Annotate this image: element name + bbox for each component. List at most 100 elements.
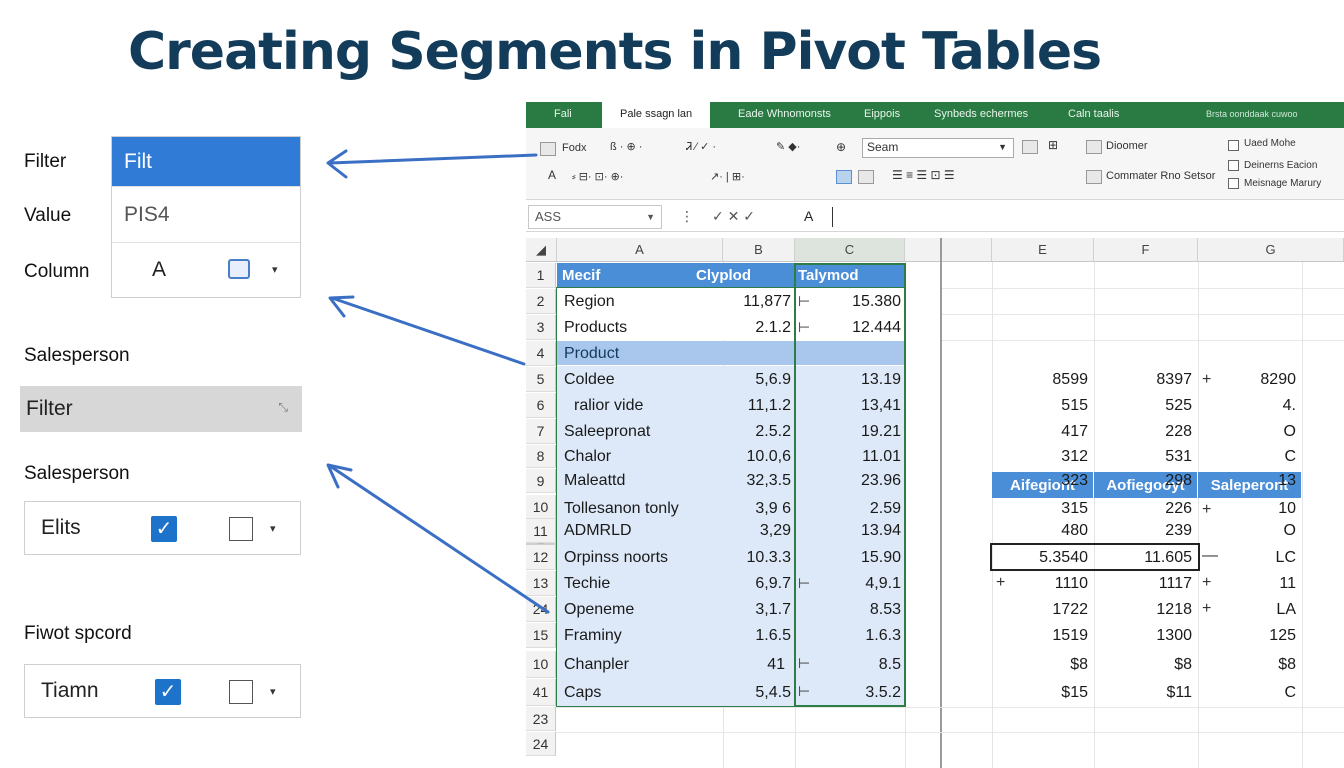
option-checkbox-1[interactable] [1228,140,1239,151]
pivot-cell[interactable]: 1117 [1094,571,1192,596]
tab-view[interactable]: Caln taalis [1068,108,1119,120]
pivot-cell[interactable]: 312 [992,445,1088,468]
value-field[interactable]: PIS4 [112,187,300,243]
pivot-cell[interactable]: 315 [992,497,1088,521]
row-header[interactable]: 5 [526,367,556,392]
pivot-cell[interactable]: 10 [1198,497,1296,521]
pivot-cell[interactable]: 480 [992,519,1088,543]
chevron-down-icon[interactable]: ▾ [270,685,276,698]
tab-search[interactable]: Brsta oonddaak cuwoo [1206,109,1298,119]
row-header[interactable]: 41 [526,679,556,706]
row-header[interactable]: 24 [526,732,556,756]
row-header[interactable]: 23 [526,707,556,731]
pivot-cell[interactable]: 1110 [992,571,1088,596]
insert-icon[interactable]: ⊞ [1048,138,1058,152]
row-header[interactable]: 13 [526,571,556,596]
pivot-cell[interactable]: 323 [992,469,1088,493]
option-checkbox-3[interactable] [1228,178,1239,189]
tab-review[interactable]: Synbeds echermes [934,108,1028,120]
pivot-cell[interactable]: 525 [1094,393,1192,418]
tab-page-layout[interactable]: Pale ssagn lan [602,102,711,128]
select-all-corner[interactable]: ◢ [526,238,557,262]
checkbox-unchecked[interactable] [229,517,253,541]
discover-button[interactable]: Dioomer [1106,140,1148,152]
row-header[interactable]: 1 [526,263,556,288]
row-header[interactable]: 8 [526,445,556,468]
row-header[interactable]: 10 [526,651,556,678]
row-header[interactable]: 15 [526,623,556,648]
pivot-cell[interactable]: $8 [1094,651,1192,678]
pivot-cell[interactable]: 239 [1094,519,1192,543]
font-name[interactable]: Fodx [562,142,586,154]
pivot-cell[interactable]: LA [1198,597,1296,622]
pivot-cell[interactable]: 13 [1198,469,1296,493]
col-header-e[interactable]: E [992,238,1094,262]
pivot-cell[interactable]: 8290 [1198,367,1296,392]
wrap-icons[interactable]: ☰ ≡ ☰ ⊡ ☰ [892,168,955,182]
row-header[interactable]: 11 [526,519,556,543]
pivot-cell[interactable]: O [1198,419,1296,444]
row-header[interactable]: 10 [526,495,556,519]
col-header-b[interactable]: B [723,238,795,262]
pivot-cell[interactable]: 1519 [992,623,1088,648]
row-header[interactable]: 6 [526,393,556,418]
field-settings-icon[interactable] [228,259,250,279]
pivot-cell[interactable]: 531 [1094,445,1192,468]
row-header[interactable]: 2 [526,289,556,314]
chevron-down-icon[interactable]: ▾ [270,522,276,535]
format-row-2[interactable]: ⸗ ⊟· ⊡· ⊕· [572,170,623,183]
pivot-cell[interactable]: O [1198,519,1296,543]
pivot-cell[interactable]: $15 [992,679,1088,706]
indent-icons[interactable]: ↗· | ⊞· [710,170,745,183]
collapse-icon[interactable]: — [1202,547,1218,565]
style-icon[interactable]: ⊕ [836,140,846,154]
row-header[interactable]: 12 [526,545,556,570]
conditional-button[interactable]: Commater Rno Setsor [1106,170,1215,182]
pivot-cell[interactable]: $11 [1094,679,1192,706]
paste-icon[interactable] [540,142,556,156]
pivot-cell[interactable]: 1722 [992,597,1088,622]
merge-icon[interactable] [858,170,874,184]
filter-bar[interactable]: Filter ⤡ [20,386,302,432]
filter-field[interactable]: Filt [112,137,300,187]
style-dropdown[interactable]: Seam ▼ [862,138,1014,158]
pivot-cell[interactable]: 1300 [1094,623,1192,648]
font-color-icon[interactable]: A [548,168,556,182]
expand-icon[interactable]: + [996,574,1005,592]
tab-data[interactable]: Eippois [864,108,900,120]
option-checkbox-2[interactable] [1228,160,1239,171]
col-header-f[interactable]: F [1094,238,1198,262]
expand-icon[interactable]: + [1202,371,1211,389]
pivot-cell[interactable]: 125 [1198,623,1296,648]
pivot-cell[interactable]: 1218 [1094,597,1192,622]
expand-icon[interactable]: + [1202,501,1211,519]
pivot-cell[interactable]: $8 [992,651,1088,678]
table-icon[interactable] [1022,140,1038,154]
row-header[interactable]: 3 [526,315,556,340]
checkbox-checked[interactable]: ✓ [151,516,177,542]
col-header-a[interactable]: A [557,238,723,262]
expand-icon[interactable]: + [1202,600,1211,618]
row-header[interactable]: 9 [526,469,556,493]
pivot-cell[interactable]: 298 [1094,469,1192,493]
align-icons[interactable]: Ꮨ ⁄ ✓ · [686,140,716,154]
row-header[interactable]: 4 [526,341,556,366]
pivot-cell[interactable]: 8397 [1094,367,1192,392]
format-icons[interactable]: ß · ⊕ · [610,140,642,153]
pivot-cell[interactable]: 8599 [992,367,1088,392]
name-box[interactable]: ASS ▼ [528,205,662,229]
pivot-cell[interactable]: C [1198,445,1296,468]
pivot-cell[interactable]: 11.605 [1094,545,1192,570]
col-header-c[interactable]: C [795,238,905,262]
checkbox-unchecked[interactable] [229,680,253,704]
row-header[interactable]: 7 [526,419,556,444]
row-header[interactable]: 24 [526,597,556,622]
fx-icons[interactable]: ✓ ✕ ✓ [712,208,755,225]
pivot-cell[interactable]: 515 [992,393,1088,418]
table-header-cell[interactable]: Clyplod [696,263,751,287]
brush-icons[interactable]: ✎ ◆· [776,140,800,153]
expand-icon[interactable]: + [1202,574,1211,592]
pivot-cell[interactable]: $8 [1198,651,1296,678]
formula-input[interactable]: A [804,208,813,224]
tab-file[interactable]: Fali [554,108,572,120]
